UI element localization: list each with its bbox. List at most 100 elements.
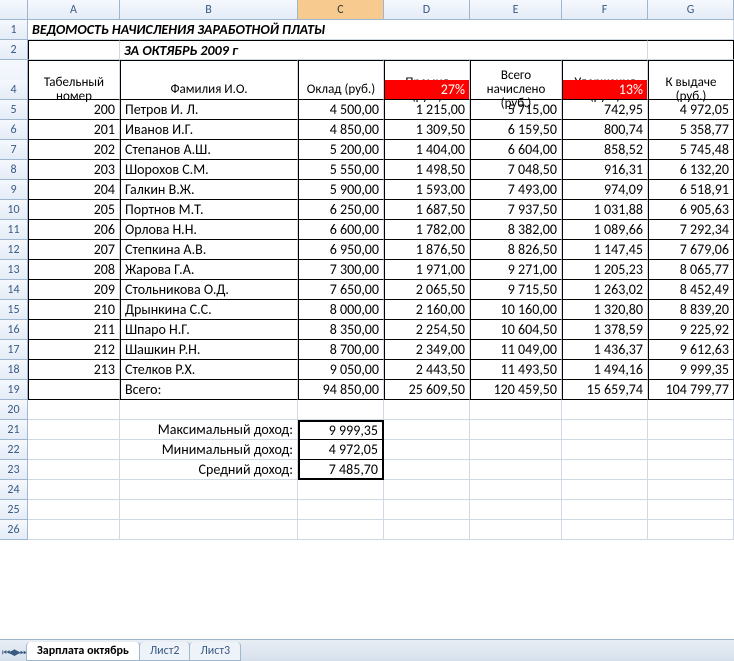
cell-e[interactable]: 11 493,50	[470, 360, 562, 380]
cell-f[interactable]: 1 263,02	[562, 280, 648, 300]
cell-e[interactable]: 6 604,00	[470, 140, 562, 160]
cell-id[interactable]: 211	[28, 320, 120, 340]
select-all-corner[interactable]	[0, 0, 28, 20]
cell-d[interactable]: 1 498,50	[384, 160, 470, 180]
sheet-tab-2[interactable]: Лист3	[189, 642, 241, 661]
cell-g[interactable]: 6 518,91	[648, 180, 734, 200]
cell-d[interactable]: 1 309,50	[384, 120, 470, 140]
empty-26-4[interactable]	[470, 520, 562, 540]
sheet-tab-0[interactable]: Зарплата октябрь	[26, 642, 140, 661]
col-header-B[interactable]: B	[120, 0, 298, 20]
row-header-8[interactable]: 8	[0, 160, 28, 180]
cell-f[interactable]: 1 205,23	[562, 260, 648, 280]
cell-d[interactable]: 1 215,00	[384, 100, 470, 120]
cell-name[interactable]: Портнов М.Т.	[120, 200, 298, 220]
cell-c[interactable]: 5 900,00	[298, 180, 384, 200]
cell-e[interactable]: 11 049,00	[470, 340, 562, 360]
row-header-13[interactable]: 13	[0, 260, 28, 280]
row-header-16[interactable]: 16	[0, 320, 28, 340]
cell-g[interactable]: 8 065,77	[648, 260, 734, 280]
cell-g[interactable]: 7 292,34	[648, 220, 734, 240]
empty-25-6[interactable]	[648, 500, 734, 520]
cell-f[interactable]: 858,52	[562, 140, 648, 160]
row-header-11[interactable]: 11	[0, 220, 28, 240]
cell-g[interactable]: 9 999,35	[648, 360, 734, 380]
empty-26-6[interactable]	[648, 520, 734, 540]
cell-c[interactable]: 7 300,00	[298, 260, 384, 280]
spreadsheet-grid[interactable]: ABCDEFG1ВЕДОМОСТЬ НАЧИСЛЕНИЯ ЗАРАБОТНОЙ …	[0, 0, 734, 540]
col-header-F[interactable]: F	[562, 0, 648, 20]
empty-20-3[interactable]	[384, 400, 470, 420]
cell-g[interactable]: 9 612,63	[648, 340, 734, 360]
row-header-2[interactable]: 2	[0, 40, 28, 60]
row-header-19[interactable]: 19	[0, 380, 28, 400]
cell-f[interactable]: 1 436,37	[562, 340, 648, 360]
cell-id[interactable]: 204	[28, 180, 120, 200]
cell-e[interactable]: 7 937,50	[470, 200, 562, 220]
empty-24-3[interactable]	[384, 480, 470, 500]
cell-d[interactable]: 1 687,50	[384, 200, 470, 220]
empty-24-0[interactable]	[28, 480, 120, 500]
cell-c[interactable]: 4 850,00	[298, 120, 384, 140]
stat-value-avg[interactable]: 7 485,70	[298, 460, 384, 480]
empty-20-4[interactable]	[470, 400, 562, 420]
cell-f[interactable]: 742,95	[562, 100, 648, 120]
cell-d[interactable]: 2 349,00	[384, 340, 470, 360]
cell-g[interactable]: 5 358,77	[648, 120, 734, 140]
empty-24-4[interactable]	[470, 480, 562, 500]
cell-name[interactable]: Стелков Р.Х.	[120, 360, 298, 380]
empty-26-2[interactable]	[298, 520, 384, 540]
cell-e[interactable]: 8 826,50	[470, 240, 562, 260]
cell-g[interactable]: 6 132,20	[648, 160, 734, 180]
col-header-D[interactable]: D	[384, 0, 470, 20]
stat-value-max[interactable]: 9 999,35	[298, 420, 384, 440]
cell-e[interactable]: 7 048,50	[470, 160, 562, 180]
cell-id[interactable]: 212	[28, 340, 120, 360]
empty-22-1[interactable]	[470, 440, 562, 460]
empty-20-1[interactable]	[120, 400, 298, 420]
stat-value-min[interactable]: 4 972,05	[298, 440, 384, 460]
cell-id[interactable]: 207	[28, 240, 120, 260]
cell-name[interactable]: Стольникова О.Д.	[120, 280, 298, 300]
cell-name[interactable]: Петров И. Л.	[120, 100, 298, 120]
col-header-C[interactable]: C	[298, 0, 384, 20]
cell-d[interactable]: 1 404,00	[384, 140, 470, 160]
row-header-17[interactable]: 17	[0, 340, 28, 360]
cell-f[interactable]: 1 031,88	[562, 200, 648, 220]
cell-g[interactable]: 5 745,48	[648, 140, 734, 160]
cell-f[interactable]: 1 147,45	[562, 240, 648, 260]
cell-d[interactable]: 1 876,50	[384, 240, 470, 260]
empty-21-0[interactable]	[384, 420, 470, 440]
empty-20-6[interactable]	[648, 400, 734, 420]
cell-name[interactable]: Шорохов С.М.	[120, 160, 298, 180]
row-header-10[interactable]: 10	[0, 200, 28, 220]
cell-e[interactable]: 9 271,00	[470, 260, 562, 280]
empty-a21[interactable]	[28, 420, 120, 440]
cell-g[interactable]: 7 679,06	[648, 240, 734, 260]
row-header-25[interactable]: 25	[0, 500, 28, 520]
row-header-12[interactable]: 12	[0, 240, 28, 260]
row-header-7[interactable]: 7	[0, 140, 28, 160]
cell-id[interactable]: 202	[28, 140, 120, 160]
empty-21-2[interactable]	[562, 420, 648, 440]
cell-f[interactable]: 974,09	[562, 180, 648, 200]
empty-26-5[interactable]	[562, 520, 648, 540]
cell-f[interactable]: 1 320,80	[562, 300, 648, 320]
cell-g[interactable]: 8 452,49	[648, 280, 734, 300]
cell-g[interactable]: 4 972,05	[648, 100, 734, 120]
cell-d[interactable]: 1 593,00	[384, 180, 470, 200]
cell-c[interactable]: 8 000,00	[298, 300, 384, 320]
empty-20-2[interactable]	[298, 400, 384, 420]
cell-name[interactable]: Шпаро Н.Г.	[120, 320, 298, 340]
cell-e[interactable]: 9 715,50	[470, 280, 562, 300]
cell-name[interactable]: Иванов И.Г.	[120, 120, 298, 140]
empty-a22[interactable]	[28, 440, 120, 460]
empty-22-2[interactable]	[562, 440, 648, 460]
cell-c[interactable]: 6 950,00	[298, 240, 384, 260]
cell-e[interactable]: 8 382,00	[470, 220, 562, 240]
cell-d[interactable]: 1 971,00	[384, 260, 470, 280]
row-header-4[interactable]: 4	[0, 80, 28, 100]
cell-e[interactable]: 7 493,00	[470, 180, 562, 200]
empty-23-2[interactable]	[562, 460, 648, 480]
cell-d[interactable]: 2 443,50	[384, 360, 470, 380]
